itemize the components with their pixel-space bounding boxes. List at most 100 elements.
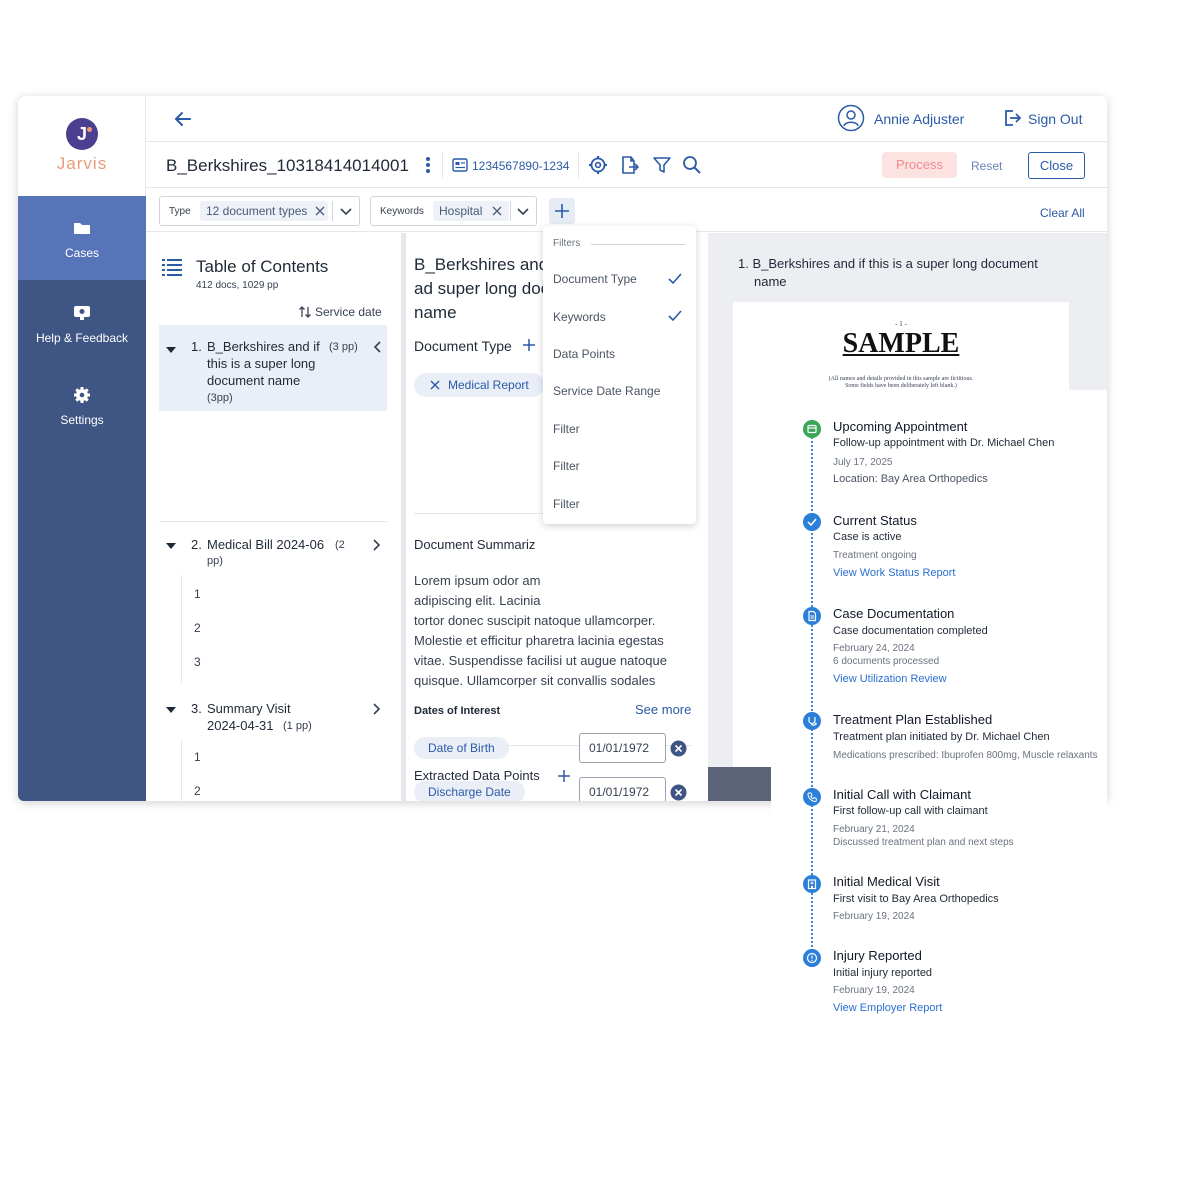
case-timeline-card: Upcoming Appointment Follow-up appointme… [771, 390, 1107, 1030]
type-filter[interactable]: Type 12 document types [159, 196, 360, 226]
chevron-down-icon[interactable] [516, 206, 530, 218]
close-button[interactable]: Close [1028, 152, 1085, 179]
keywords-filter-value-text: Hospital [439, 204, 483, 218]
caret-down-icon[interactable] [165, 346, 177, 354]
sidebar-item-settings[interactable]: Settings [18, 363, 146, 447]
chevron-left-icon[interactable] [372, 340, 382, 354]
toc-page-link[interactable]: 1 [194, 750, 201, 764]
remove-type-filter-icon[interactable] [315, 206, 325, 216]
toc-page-link[interactable]: 3 [194, 655, 201, 669]
add-data-point-icon[interactable] [557, 769, 571, 783]
clear-all-button[interactable]: Clear All [1040, 206, 1085, 220]
add-filter-button[interactable] [549, 198, 575, 224]
claim-number-link[interactable]: 1234567890-1234 [472, 159, 569, 173]
toc-divider [159, 521, 387, 522]
toc-page-link[interactable]: 2 [194, 784, 201, 798]
timeline-event-description: First visit to Bay Area Orthopedics [833, 893, 999, 905]
toc-entry-title[interactable]: Medical Bill 2024-06 [207, 536, 324, 553]
toc-entry-title[interactable]: this is a super long [207, 355, 315, 372]
timeline-event-meta: 6 documents processed [833, 656, 940, 667]
document-type-tag-label: Medical Report [448, 378, 529, 392]
remove-keywords-filter-icon[interactable] [492, 206, 502, 216]
filter-option-filter[interactable]: Filter [553, 497, 580, 511]
timeline-event-description: Treatment plan initiated by Dr. Michael … [833, 731, 1050, 743]
filter-option-filter[interactable]: Filter [553, 422, 580, 436]
toc-entry-title[interactable]: Summary Visit [207, 700, 291, 717]
view-utilization-review-link[interactable]: View Utilization Review [833, 673, 947, 685]
filter-option-service-date-range[interactable]: Service Date Range [553, 384, 660, 398]
sidebar-item-label: Help & Feedback [35, 331, 129, 345]
toc-entry-title[interactable]: document name [207, 372, 300, 389]
view-work-status-report-link[interactable]: View Work Status Report [833, 567, 955, 579]
summary-line: vitae. Suspendisse facilisi ut augue nat… [414, 653, 667, 668]
sign-out-icon[interactable] [1002, 108, 1022, 128]
timeline-event-title: Injury Reported [833, 948, 922, 963]
sign-out-button[interactable]: Sign Out [1028, 111, 1082, 127]
settings-gear-icon[interactable] [588, 155, 608, 175]
page-number: - 1 - [895, 320, 907, 328]
timeline-event-description: Case is active [833, 531, 902, 543]
sort-by-service-date[interactable]: Service date [315, 305, 382, 319]
back-arrow-icon[interactable] [172, 108, 194, 130]
toolbar-divider [578, 152, 579, 178]
filter-option-data-points[interactable]: Data Points [553, 347, 615, 361]
filter-icon[interactable] [652, 155, 672, 175]
toc-entry-pages: (1 pp) [283, 720, 312, 732]
timeline-event-date: February 21, 2024 [833, 824, 915, 835]
timeline-event-title: Initial Call with Claimant [833, 787, 971, 802]
type-filter-value-text: 12 document types [206, 204, 308, 218]
toc-tree-line [181, 575, 182, 683]
chevron-right-icon[interactable] [372, 538, 382, 552]
sample-heading: SAMPLE [842, 328, 960, 359]
sample-note: Some fields have been deliberately left … [845, 383, 957, 389]
reset-button[interactable]: Reset [971, 159, 1002, 173]
logo-text: Jarvis [56, 154, 108, 173]
chevron-right-icon[interactable] [372, 702, 382, 716]
toc-entry-pages: (3pp) [207, 392, 233, 404]
timeline-event-title: Treatment Plan Established [833, 712, 993, 727]
more-options-icon[interactable] [421, 154, 435, 176]
filter-option-filter[interactable]: Filter [553, 459, 580, 473]
filters-menu-header: Filters [553, 238, 581, 249]
chevron-down-icon[interactable] [339, 206, 353, 218]
document-summary-text: Lorem ipsum odor am adipiscing elit. Lac… [414, 571, 694, 691]
id-card-icon [452, 158, 468, 172]
toc-page-link[interactable]: 2 [194, 621, 201, 635]
document-export-icon[interactable] [619, 155, 639, 175]
view-employer-report-link[interactable]: View Employer Report [833, 1002, 942, 1014]
toc-page-link[interactable]: 1 [194, 587, 201, 601]
toc-entry-title[interactable]: 2024-04-31 [207, 717, 274, 734]
filter-option-document-type[interactable]: Document Type [553, 272, 637, 286]
summary-line: Molestie et efficitur pharetra lacinia e… [414, 633, 664, 648]
see-more-link[interactable]: See more [635, 702, 691, 717]
stethoscope-icon [803, 712, 821, 730]
toc-entry-number: 2. [191, 537, 202, 552]
sidebar-item-cases[interactable]: Cases [18, 196, 146, 280]
toc-entry-number: 1. [191, 339, 202, 354]
caret-down-icon[interactable] [165, 706, 177, 714]
process-button[interactable]: Process [882, 152, 957, 178]
add-document-type-icon[interactable] [522, 338, 536, 352]
user-name[interactable]: Annie Adjuster [874, 111, 964, 127]
document-type-heading: Document Type [414, 338, 512, 354]
type-filter-value: 12 document types [200, 201, 328, 221]
calendar-icon [803, 420, 821, 438]
check-icon [668, 310, 682, 322]
caret-down-icon[interactable] [165, 542, 177, 550]
logo-icon: J [66, 118, 98, 150]
keywords-filter[interactable]: Keywords Hospital [370, 196, 537, 226]
search-icon[interactable] [682, 155, 702, 175]
remove-tag-icon[interactable] [430, 380, 440, 390]
folder-icon [74, 223, 90, 234]
logo[interactable]: J Jarvis [18, 96, 146, 196]
toc-entry-pages: (3 pp) [329, 341, 358, 353]
sidebar-item-help[interactable]: Help & Feedback [18, 281, 146, 365]
user-avatar-icon[interactable] [837, 104, 865, 132]
summary-line: adipiscing elit. Lacinia [414, 593, 541, 608]
sort-icon[interactable] [298, 305, 312, 319]
list-icon [162, 259, 182, 276]
gear-icon [74, 387, 90, 403]
toc-entry-title[interactable]: B_Berkshires and if [207, 338, 320, 355]
filter-option-keywords[interactable]: Keywords [553, 310, 606, 324]
timeline-event-title: Case Documentation [833, 606, 955, 621]
